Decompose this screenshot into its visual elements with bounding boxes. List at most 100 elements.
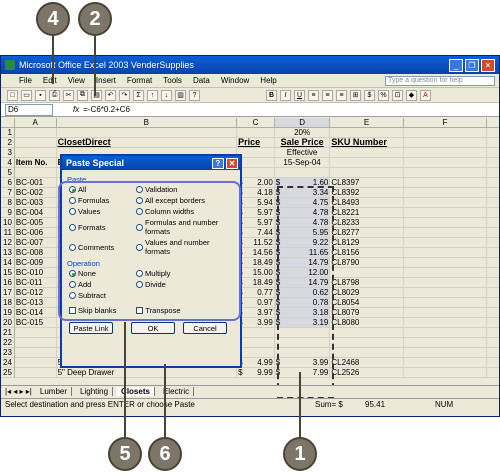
help-icon[interactable]: ? — [189, 89, 200, 101]
borders-icon[interactable]: ⊡ — [392, 89, 403, 101]
cell-F[interactable] — [403, 218, 488, 228]
cell-C[interactable] — [237, 128, 275, 138]
cell-A[interactable] — [14, 338, 57, 348]
cell-A[interactable]: BC-010 — [14, 268, 57, 278]
radio-subtract[interactable]: Subtract — [69, 291, 133, 300]
cell-A[interactable]: BC-013 — [14, 298, 57, 308]
cancel-button[interactable]: Cancel — [183, 322, 227, 334]
cell-F[interactable] — [403, 238, 488, 248]
cell-D[interactable]: $4.78 — [274, 218, 331, 228]
cell-D[interactable]: $3.34 — [274, 188, 331, 198]
cell-F[interactable] — [403, 168, 488, 178]
cell-F[interactable] — [403, 278, 488, 288]
row-header[interactable]: 25 — [1, 368, 15, 378]
save-icon[interactable]: ▪ — [35, 89, 46, 101]
cell-D[interactable]: $9.22 — [274, 238, 331, 248]
align-left-icon[interactable]: ≡ — [308, 89, 319, 101]
cell-C[interactable]: $18.49 — [237, 278, 275, 288]
cell-C[interactable]: $0.77 — [237, 288, 275, 298]
cell-A[interactable]: BC-002 — [14, 188, 57, 198]
cell-F[interactable] — [403, 338, 488, 348]
cell-F[interactable] — [403, 198, 488, 208]
new-icon[interactable]: □ — [7, 89, 18, 101]
radio-validation[interactable]: Validation — [136, 185, 236, 194]
bold-icon[interactable]: B — [266, 89, 277, 101]
cell-A[interactable] — [14, 128, 57, 138]
cell-C[interactable]: $15.00 — [237, 268, 275, 278]
cell-spacer[interactable] — [487, 298, 499, 308]
cell-C[interactable]: Price — [237, 138, 275, 148]
cell-F[interactable] — [403, 368, 488, 378]
cell-E[interactable] — [330, 168, 404, 178]
cell-spacer[interactable] — [487, 268, 499, 278]
cell-D[interactable]: 20% — [274, 128, 331, 138]
cell-spacer[interactable] — [487, 338, 499, 348]
dialog-help-icon[interactable]: ? — [212, 157, 224, 169]
fill-color-icon[interactable]: ◆ — [406, 89, 417, 101]
cell-A[interactable]: Item No. — [14, 158, 57, 168]
cell-C[interactable]: $18.49 — [237, 258, 275, 268]
cell-C[interactable]: $3.99 — [237, 318, 275, 328]
cell-spacer[interactable] — [487, 358, 499, 368]
cell-spacer[interactable] — [487, 148, 499, 158]
radio-all[interactable]: All — [69, 185, 133, 194]
menu-insert[interactable]: Insert — [96, 76, 116, 85]
row-header[interactable]: 22 — [1, 338, 15, 348]
col-header-C[interactable]: C — [237, 118, 275, 128]
radio-formulas-and-number-formats[interactable]: Formulas and number formats — [136, 218, 236, 236]
cell-E[interactable] — [330, 148, 404, 158]
cell-F[interactable] — [403, 348, 488, 358]
row-header[interactable]: 14 — [1, 258, 15, 268]
cell-C[interactable] — [237, 328, 275, 338]
tab-lumber[interactable]: Lumber — [36, 387, 73, 396]
cell-spacer[interactable] — [487, 368, 499, 378]
cell-E[interactable]: CL8392 — [330, 188, 404, 198]
cell-C[interactable]: $5.94 — [237, 198, 275, 208]
cell-C[interactable]: $0.97 — [237, 298, 275, 308]
menu-edit[interactable]: Edit — [43, 76, 57, 85]
cell-D[interactable]: $3.19 — [274, 318, 331, 328]
row-header[interactable]: 12 — [1, 238, 15, 248]
help-search-input[interactable]: Type a question for help — [385, 75, 495, 86]
row-header[interactable]: 3 — [1, 148, 15, 158]
fx-icon[interactable]: fx — [73, 105, 79, 114]
cell-spacer[interactable] — [487, 218, 499, 228]
cell-spacer[interactable] — [487, 188, 499, 198]
col-header-D[interactable]: D — [274, 118, 331, 128]
cell-spacer[interactable] — [487, 278, 499, 288]
redo-icon[interactable]: ↷ — [119, 89, 130, 101]
cell-F[interactable] — [403, 308, 488, 318]
skip-blanks-checkbox[interactable]: Skip blanks — [69, 306, 116, 315]
dialog-close-icon[interactable]: ✕ — [226, 157, 238, 169]
cell-D[interactable]: $0.62 — [274, 288, 331, 298]
chart-icon[interactable]: ▥ — [175, 89, 186, 101]
row-header[interactable]: 5 — [1, 168, 15, 178]
font-color-icon[interactable]: A — [420, 89, 431, 101]
cell-C[interactable]: $7.44 — [237, 228, 275, 238]
menu-view[interactable]: View — [68, 76, 85, 85]
ok-button[interactable]: OK — [131, 322, 175, 334]
percent-icon[interactable]: % — [378, 89, 389, 101]
cell-E[interactable] — [330, 328, 404, 338]
formula-input[interactable]: =-C6*0.2+C6 — [83, 105, 130, 114]
radio-multiply[interactable]: Multiply — [136, 269, 236, 278]
radio-values[interactable]: Values — [69, 207, 133, 216]
print-icon[interactable]: ⎙ — [49, 89, 60, 101]
align-right-icon[interactable]: ≡ — [336, 89, 347, 101]
cell-F[interactable] — [403, 318, 488, 328]
cell-E[interactable]: CL8493 — [330, 198, 404, 208]
cell-spacer[interactable] — [487, 128, 499, 138]
cell-E[interactable]: SKU Number — [330, 138, 404, 148]
cell-A[interactable]: BC-001 — [14, 178, 57, 188]
cell-A[interactable]: BC-006 — [14, 228, 57, 238]
radio-column-widths[interactable]: Column widths — [136, 207, 236, 216]
tab-nav-icon[interactable]: |◂ ◂ ▸ ▸| — [5, 387, 32, 396]
cell-C[interactable] — [237, 148, 275, 158]
row-header[interactable]: 9 — [1, 208, 15, 218]
cell-D[interactable]: $11.65 — [274, 248, 331, 258]
row-header[interactable]: 18 — [1, 298, 15, 308]
cell-C[interactable] — [237, 158, 275, 168]
row-header[interactable]: 16 — [1, 278, 15, 288]
cell-F[interactable] — [403, 128, 488, 138]
row-header[interactable]: 13 — [1, 248, 15, 258]
